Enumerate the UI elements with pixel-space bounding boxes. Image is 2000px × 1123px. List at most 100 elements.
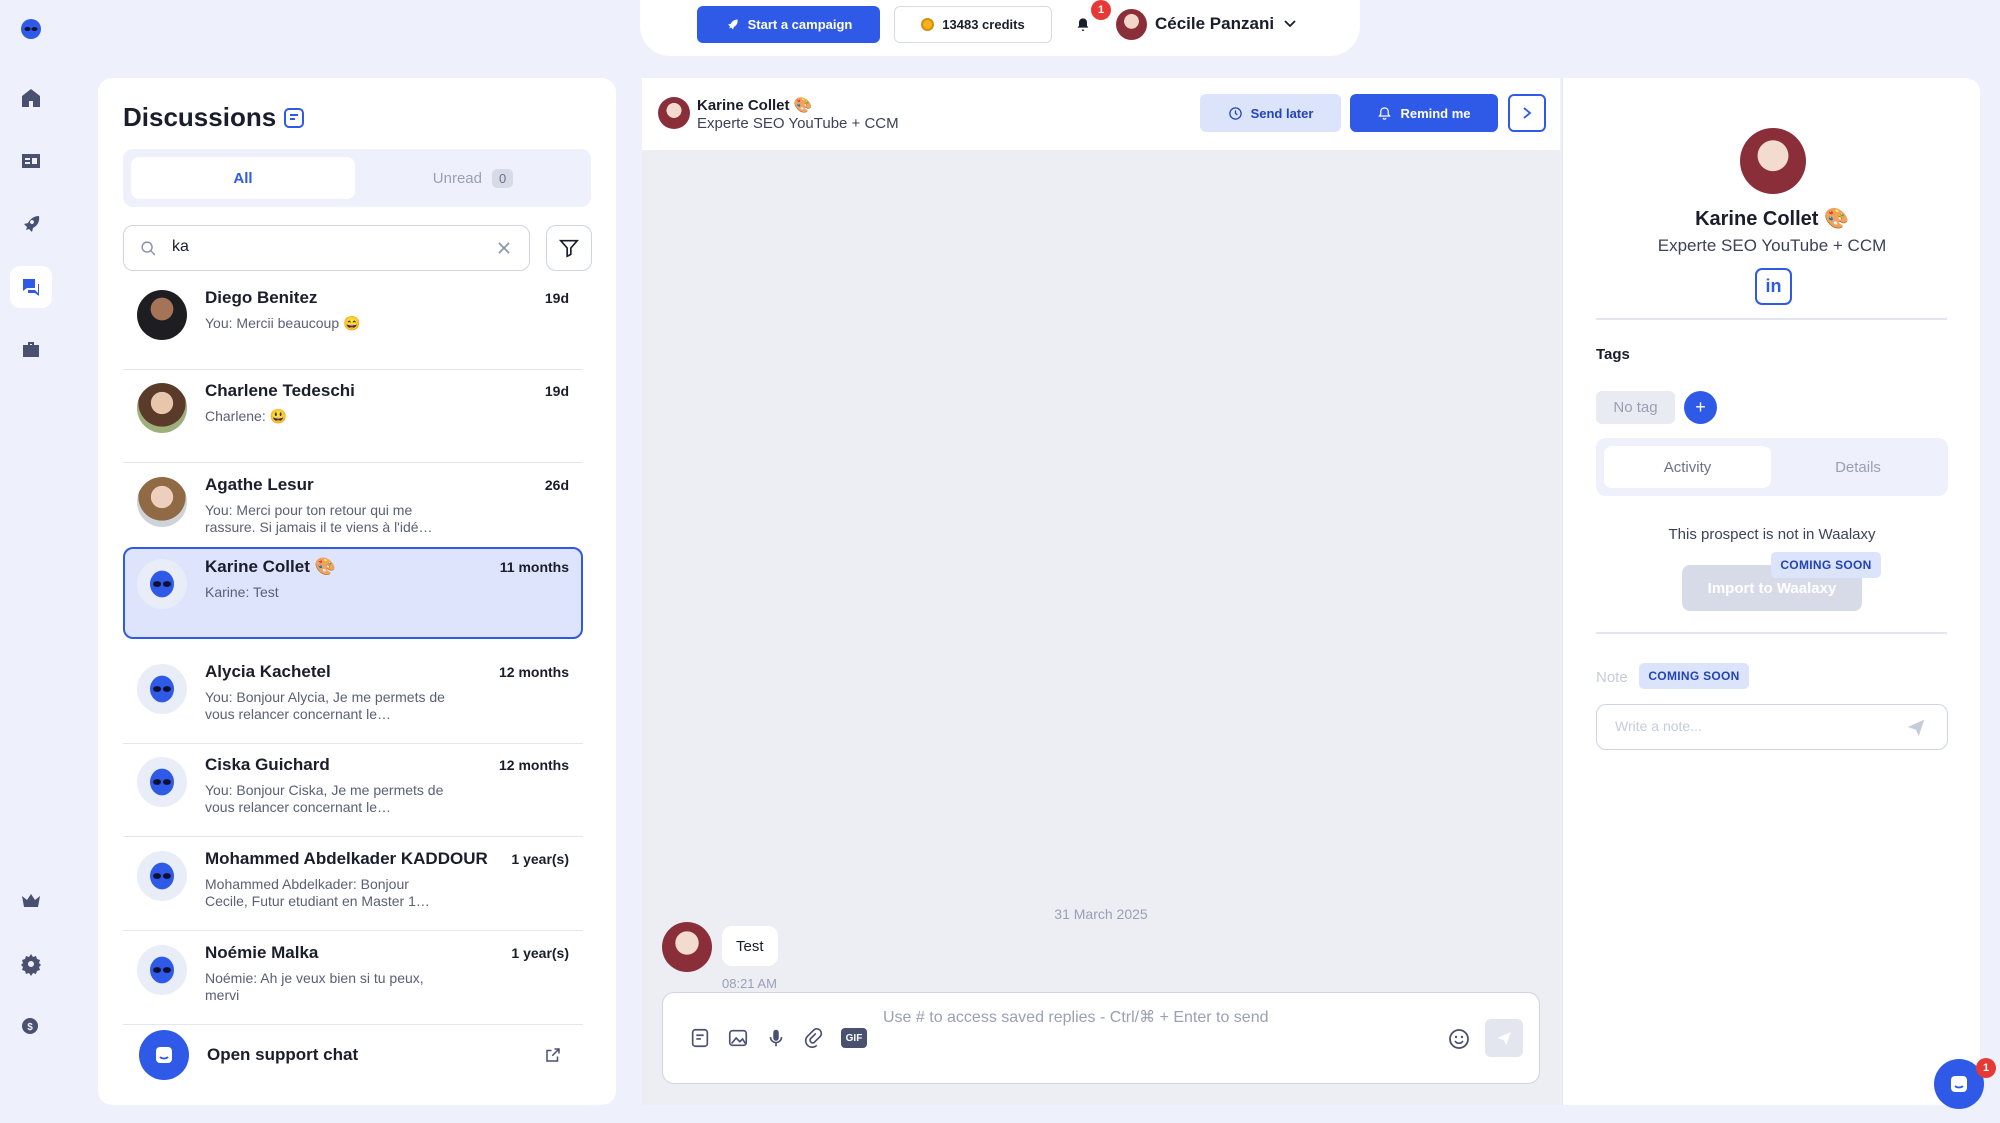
coins-icon	[921, 18, 935, 31]
user-avatar[interactable]	[1116, 9, 1147, 40]
chat-header: Karine Collet 🎨 Experte SEO YouTube + CC…	[642, 78, 1560, 150]
no-tag-chip: No tag	[1596, 391, 1675, 424]
send-button[interactable]	[1485, 1019, 1523, 1057]
chat-contact-title: Experte SEO YouTube + CCM	[697, 115, 899, 132]
clear-search-icon[interactable]	[496, 240, 512, 256]
remind-me-label: Remind me	[1400, 105, 1471, 121]
date-divider: 31 March 2025	[1054, 906, 1148, 922]
waalaxy-logo-icon[interactable]	[10, 8, 52, 50]
message-preview: Mohammed Abdelkader: Bonjour Cecile, Fut…	[205, 876, 430, 909]
tab-unread[interactable]: Unread 0	[363, 157, 583, 199]
contact-name: Charlene Tedeschi	[205, 381, 355, 400]
bell-icon	[1077, 18, 1089, 31]
settings-gear-icon[interactable]	[10, 943, 52, 985]
prospects-icon[interactable]	[10, 140, 52, 182]
message-bubble: Test	[722, 926, 778, 966]
conversation-item[interactable]: Charlene Tedeschi 19d Charlene: 😃	[123, 371, 583, 463]
conversation-time: 1 year(s)	[511, 945, 569, 961]
send-later-button[interactable]: Send later	[1200, 94, 1341, 132]
contact-name: Mohammed Abdelkader KADDOUR	[205, 849, 488, 868]
tab-all[interactable]: All	[131, 157, 355, 199]
profile-name: Karine Collet 🎨	[1695, 208, 1849, 230]
conversation-time: 1 year(s)	[511, 851, 569, 867]
conversation-item[interactable]: Ciska Guichard 12 months You: Bonjour Ci…	[123, 745, 583, 837]
conversation-time: 19d	[544, 290, 569, 306]
tab-details[interactable]: Details	[1776, 446, 1940, 488]
tags-heading: Tags	[1596, 346, 1630, 363]
conversation-item[interactable]: Noémie Malka 1 year(s) Noémie: Ah je veu…	[123, 933, 583, 1025]
message-preview: Charlene: 😃	[205, 408, 288, 424]
home-icon[interactable]	[10, 77, 52, 119]
conversation-time: 12 months	[498, 664, 569, 680]
emoji-icon[interactable]	[1447, 1027, 1471, 1051]
message-preview: Noémie: Ah je veux bien si tu peux, merv…	[205, 970, 424, 1003]
note-input[interactable]: Write a note...	[1615, 718, 1702, 734]
filter-button[interactable]	[546, 225, 592, 271]
start-campaign-label: Start a campaign	[747, 17, 853, 32]
note-input-box[interactable]: Write a note...	[1596, 704, 1948, 750]
billing-dollar-icon[interactable]: $	[10, 1006, 52, 1048]
rocket-icon	[727, 19, 738, 30]
divider	[1596, 318, 1947, 320]
briefcase-icon[interactable]	[10, 329, 52, 371]
send-later-label: Send later	[1250, 105, 1314, 121]
chat-bubble-icon	[1951, 1076, 1967, 1092]
credits-button[interactable]: 13483 credits	[894, 6, 1052, 43]
message-preview: Karine: Test	[205, 584, 279, 600]
not-in-waalaxy-text: This prospect is not in Waalaxy	[1668, 526, 1876, 543]
search-input[interactable]: ka	[172, 238, 189, 256]
coming-soon-badge: COMING SOON	[1771, 552, 1881, 578]
crown-icon[interactable]	[10, 880, 52, 922]
prospect-profile-panel: Karine Collet 🎨 Experte SEO YouTube + CC…	[1562, 78, 1980, 1105]
discussion-tabs: All Unread 0	[123, 149, 591, 207]
message-preview: You: Mercii beaucoup 😄	[205, 315, 361, 331]
conversation-item[interactable]: Agathe Lesur 26d You: Merci pour ton ret…	[123, 465, 583, 557]
attachment-link-icon[interactable]	[803, 1027, 825, 1049]
chevron-down-icon[interactable]	[1283, 19, 1297, 29]
conversation-item[interactable]: Diego Benitez 19d You: Mercii beaucoup 😄	[123, 278, 583, 370]
conversation-item-selected[interactable]: Karine Collet 🎨 11 months Karine: Test	[123, 547, 583, 639]
bell-icon	[1378, 106, 1392, 120]
support-unread-badge: 1	[1976, 1058, 1996, 1078]
contact-avatar[interactable]	[658, 97, 690, 129]
alien-avatar-icon	[137, 945, 187, 995]
tab-activity[interactable]: Activity	[1604, 446, 1771, 488]
microphone-icon[interactable]	[765, 1027, 787, 1049]
saved-replies-icon[interactable]	[689, 1027, 711, 1049]
alien-avatar-icon	[137, 559, 187, 609]
contact-name: Ciska Guichard	[205, 755, 330, 774]
start-campaign-button[interactable]: Start a campaign	[697, 6, 880, 43]
send-note-icon[interactable]	[1905, 716, 1927, 738]
composer-input[interactable]: Use # to access saved replies - Ctrl/⌘ +…	[883, 1007, 1269, 1027]
conversation-item[interactable]: Alycia Kachetel 12 months You: Bonjour A…	[123, 652, 583, 744]
message-preview: You: Merci pour ton retour qui me rassur…	[205, 502, 433, 535]
gif-button[interactable]: GIF	[841, 1028, 867, 1048]
message-composer[interactable]: Use # to access saved replies - Ctrl/⌘ +…	[662, 992, 1540, 1084]
open-support-chat-row[interactable]: Open support chat	[123, 1026, 583, 1086]
conversation-time: 19d	[544, 383, 569, 399]
conversation-item[interactable]: Mohammed Abdelkader KADDOUR 1 year(s) Mo…	[123, 839, 583, 931]
toggle-profile-panel-button[interactable]	[1508, 94, 1546, 132]
alien-avatar-icon	[137, 757, 187, 807]
contact-avatar	[137, 383, 187, 433]
campaigns-rocket-icon[interactable]	[10, 203, 52, 245]
profile-tabs: Activity Details	[1596, 438, 1948, 496]
search-box[interactable]: ka	[123, 225, 530, 271]
contact-avatar	[137, 477, 187, 527]
contact-avatar	[137, 290, 187, 340]
support-chat-icon	[139, 1030, 189, 1080]
contact-name: Diego Benitez	[205, 288, 318, 307]
inbox-messages-icon[interactable]	[10, 266, 52, 308]
add-tag-button[interactable]: +	[1684, 391, 1717, 424]
linkedin-icon[interactable]: in	[1755, 268, 1792, 305]
conversation-time: 26d	[544, 477, 569, 493]
image-icon[interactable]	[727, 1027, 749, 1049]
search-icon	[141, 241, 156, 256]
remind-me-button[interactable]: Remind me	[1350, 94, 1498, 132]
message-preview: You: Bonjour Ciska, Je me permets de vou…	[205, 782, 444, 815]
divider	[1596, 632, 1947, 634]
alien-avatar-icon	[137, 664, 187, 714]
user-name[interactable]: Cécile Panzani	[1155, 14, 1274, 34]
send-plane-icon	[1497, 1032, 1511, 1046]
new-message-edit-icon[interactable]	[282, 106, 306, 130]
